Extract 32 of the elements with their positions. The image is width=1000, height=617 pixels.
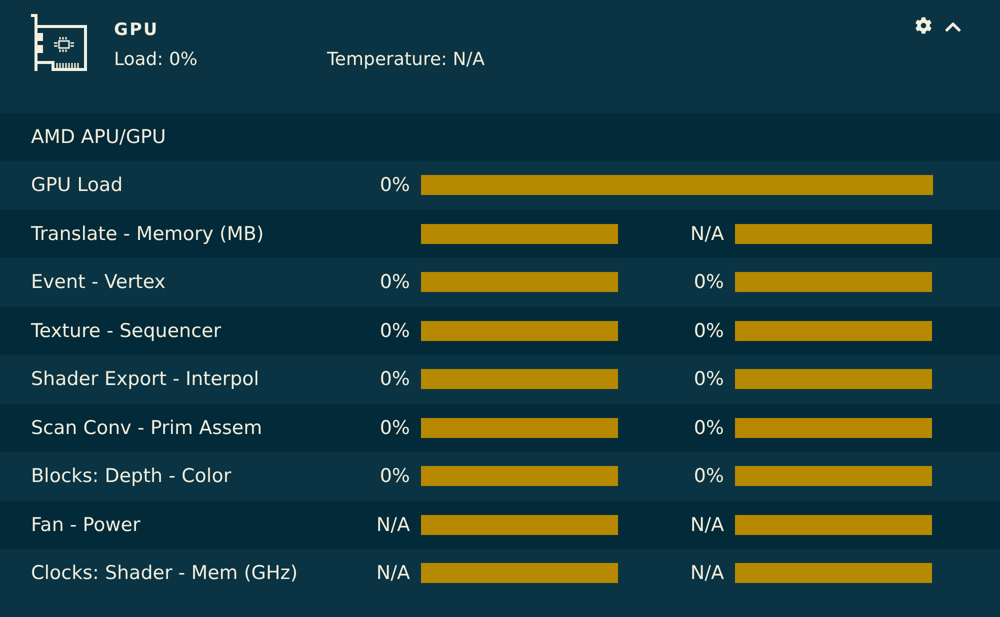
meter-reading: 0% [694,320,724,342]
meter-reading: 0% [380,174,410,196]
row-label: Scan Conv - Prim Assem [31,416,262,438]
temperature-reading: Temperature: N/A [327,48,485,72]
meter-reading: 0% [380,368,410,390]
row-label: Event - Vertex [31,271,166,293]
row-label: Texture - Sequencer [31,320,222,342]
row-label: Clocks: Shader - Mem (GHz) [31,562,298,584]
meter-reading: N/A [690,222,724,244]
meter-reading: 0% [380,271,410,293]
row-label: GPU Load [31,174,123,196]
row-label: Translate - Memory (MB) [31,222,264,244]
meter-reading: 0% [694,465,724,487]
meter-reading: 0% [694,271,724,293]
settings-icon [915,17,932,34]
panel-title: GPU [114,19,159,42]
meter-reading: 0% [694,368,724,390]
row-label: Shader Export - Interpol [31,368,260,390]
meter-reading: 0% [380,320,410,342]
meter-reading: N/A [376,562,410,584]
meter-reading: 0% [694,416,724,438]
row-label: Blocks: Depth - Color [31,465,232,487]
settings-button[interactable] [915,17,932,34]
row-label: Fan - Power [31,514,140,536]
meter-reading: 0% [380,416,410,438]
meter-reading: 0% [380,465,410,487]
meter-reading: N/A [690,562,724,584]
section-title: AMD APU/GPU [31,124,166,150]
meter-reading: N/A [376,514,410,536]
meter-reading: N/A [690,514,724,536]
load-reading: Load: 0% [114,48,199,72]
graphics-card-icon [31,14,87,71]
